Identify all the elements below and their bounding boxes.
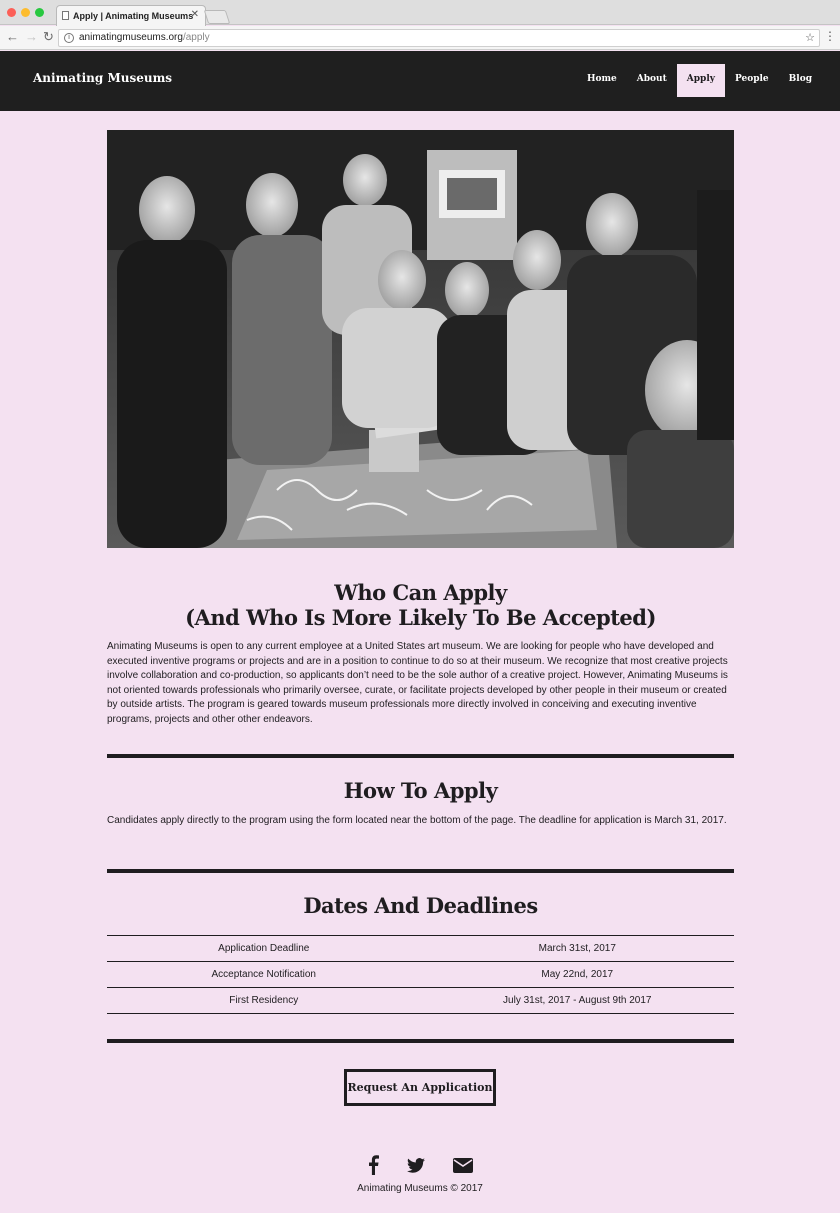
nav-apply[interactable]: Apply	[676, 64, 725, 97]
browser-tab-bar: Apply | Animating Museums ✕	[0, 0, 840, 26]
who-title-line1: Who Can Apply	[334, 580, 507, 605]
close-window-button[interactable]	[7, 8, 16, 17]
who-can-apply-heading: Who Can Apply (And Who Is More Likely To…	[107, 580, 734, 630]
section-divider	[107, 754, 734, 758]
who-can-apply-section: Who Can Apply (And Who Is More Likely To…	[107, 580, 734, 727]
how-to-apply-section: How To Apply Candidates apply directly t…	[107, 778, 734, 829]
minimize-window-button[interactable]	[21, 8, 30, 17]
reload-icon[interactable]: ↻	[43, 29, 54, 45]
how-to-apply-text: Candidates apply directly to the program…	[107, 815, 727, 826]
dates-heading: Dates And Deadlines	[303, 893, 538, 918]
facebook-icon[interactable]	[361, 1154, 385, 1176]
table-row: First Residency July 31st, 2017 - August…	[107, 987, 734, 1014]
maximize-window-button[interactable]	[35, 8, 44, 17]
date-label: First Residency	[107, 987, 421, 1014]
date-label: Acceptance Notification	[107, 961, 421, 988]
date-label: Application Deadline	[107, 935, 421, 962]
how-to-apply-heading: How To Apply	[343, 778, 498, 803]
hero-photo	[107, 130, 734, 548]
who-can-apply-text: Animating Museums is open to any current…	[107, 641, 728, 725]
date-value: March 31st, 2017	[420, 935, 734, 962]
bookmark-star-icon[interactable]: ☆	[805, 30, 815, 46]
dates-table: Application Deadline March 31st, 2017 Ac…	[107, 935, 734, 1014]
date-value: May 22nd, 2017	[420, 961, 734, 988]
tab-close-icon[interactable]: ✕	[191, 9, 199, 20]
dates-section: Dates And Deadlines Application Deadline…	[107, 893, 734, 1014]
section-divider	[107, 1039, 734, 1043]
nav-people[interactable]: People	[725, 64, 779, 97]
footer-copyright: Animating Museums © 2017	[357, 1183, 483, 1194]
who-title-line2: (And Who Is More Likely To Be Accepted)	[185, 605, 656, 630]
brand-logo-link[interactable]: Animating Museums	[33, 71, 172, 85]
twitter-icon[interactable]	[404, 1154, 428, 1176]
browser-toolbar: ← → ↻ i animatingmuseums.org/apply ☆ ⋮	[0, 26, 840, 50]
url-host: animatingmuseums.org	[79, 32, 183, 43]
browser-tab[interactable]: Apply | Animating Museums ✕	[56, 5, 206, 26]
address-bar[interactable]: i animatingmuseums.org/apply ☆	[58, 29, 820, 47]
request-application-button[interactable]: Request An Application	[344, 1069, 496, 1106]
url-path: /apply	[182, 32, 210, 43]
forward-arrow-icon[interactable]: →	[25, 29, 38, 45]
back-arrow-icon[interactable]: ←	[6, 29, 19, 45]
tab-title: Apply | Animating Museums	[73, 11, 194, 21]
main-nav: Home About Apply People Blog	[577, 64, 822, 97]
nav-home[interactable]: Home	[577, 64, 627, 97]
date-value: July 31st, 2017 - August 9th 2017	[420, 987, 734, 1014]
section-divider	[107, 869, 734, 873]
page-file-icon	[62, 11, 69, 20]
new-tab-button[interactable]	[203, 10, 231, 24]
browser-menu-icon[interactable]: ⋮	[824, 29, 836, 43]
table-row: Acceptance Notification May 22nd, 2017	[107, 961, 734, 988]
email-icon[interactable]	[451, 1154, 475, 1176]
info-icon[interactable]: i	[64, 33, 74, 43]
site-header: Animating Museums Home About Apply Peopl…	[0, 51, 840, 111]
nav-blog[interactable]: Blog	[779, 64, 822, 97]
table-row: Application Deadline March 31st, 2017	[107, 935, 734, 962]
nav-about[interactable]: About	[627, 64, 677, 97]
